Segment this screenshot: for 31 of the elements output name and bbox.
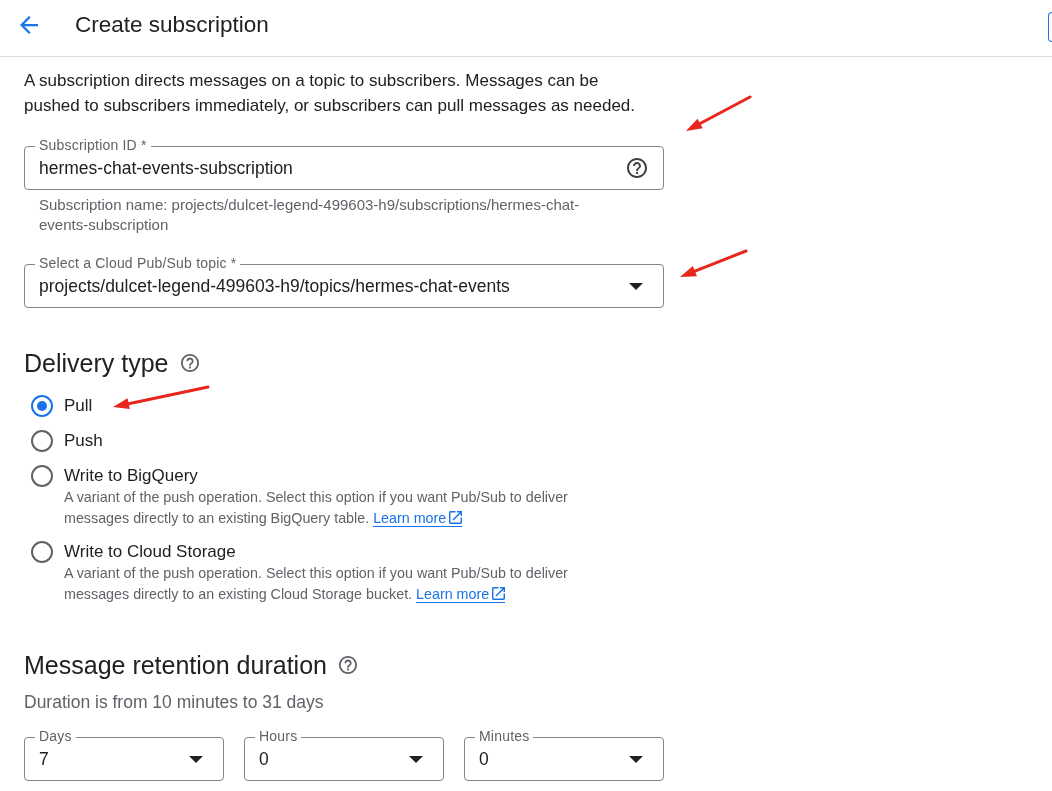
- external-link-icon: [449, 511, 463, 524]
- external-link-icon: [492, 587, 506, 600]
- field-label: Subscription ID *: [35, 137, 151, 154]
- caret-icon: [409, 755, 423, 763]
- field-label: Select a Cloud Pub/Sub topic *: [35, 255, 241, 272]
- radio-button[interactable]: [31, 395, 53, 417]
- option-label: Push: [64, 430, 104, 452]
- field-hint: Subscription name: projects/dulcet-legend-499603-h9/subscriptions/hermes-chat-events-subscription: [38, 195, 581, 235]
- section-heading: Message retention duration: [24, 651, 327, 679]
- radio-button[interactable]: [31, 465, 53, 487]
- caret-icon: [189, 755, 203, 763]
- option-label: Write to BigQuery: [64, 465, 199, 487]
- help-icon: [180, 354, 199, 372]
- option-label: Pull: [64, 395, 94, 417]
- help-icon: [338, 656, 357, 674]
- learn-more-link[interactable]: Learn more: [373, 510, 463, 527]
- page-title: Create subscription: [75, 11, 270, 39]
- helper-text: Duration is from 10 minutes to 31 days: [24, 691, 325, 714]
- learn-more-link[interactable]: Learn more: [416, 586, 506, 603]
- back-arrow-icon: [20, 16, 38, 34]
- caret-icon: [629, 282, 643, 290]
- option-label: Write to Cloud Storage: [64, 541, 237, 563]
- radio-button[interactable]: [31, 541, 53, 563]
- section-heading: Delivery type: [24, 349, 169, 377]
- help-icon: [627, 158, 647, 178]
- caret-icon: [629, 755, 643, 763]
- field-label: Days: [35, 728, 76, 745]
- option-description: A variant of the push operation. Select this option if you want Pub/Sub to deliver messages directly to an existing Cloud Storage bucket. Learn more: [64, 564, 569, 605]
- radio-button[interactable]: [31, 430, 53, 452]
- intro-text: A subscription directs messages on a topic to subscribers. Messages can be pushed to subscribers immediately, or subscribers can pull messages as needed.: [24, 70, 637, 117]
- option-description: A variant of the push operation. Select this option if you want Pub/Sub to deliver messages directly to an existing BigQuery table. Learn more: [64, 488, 569, 529]
